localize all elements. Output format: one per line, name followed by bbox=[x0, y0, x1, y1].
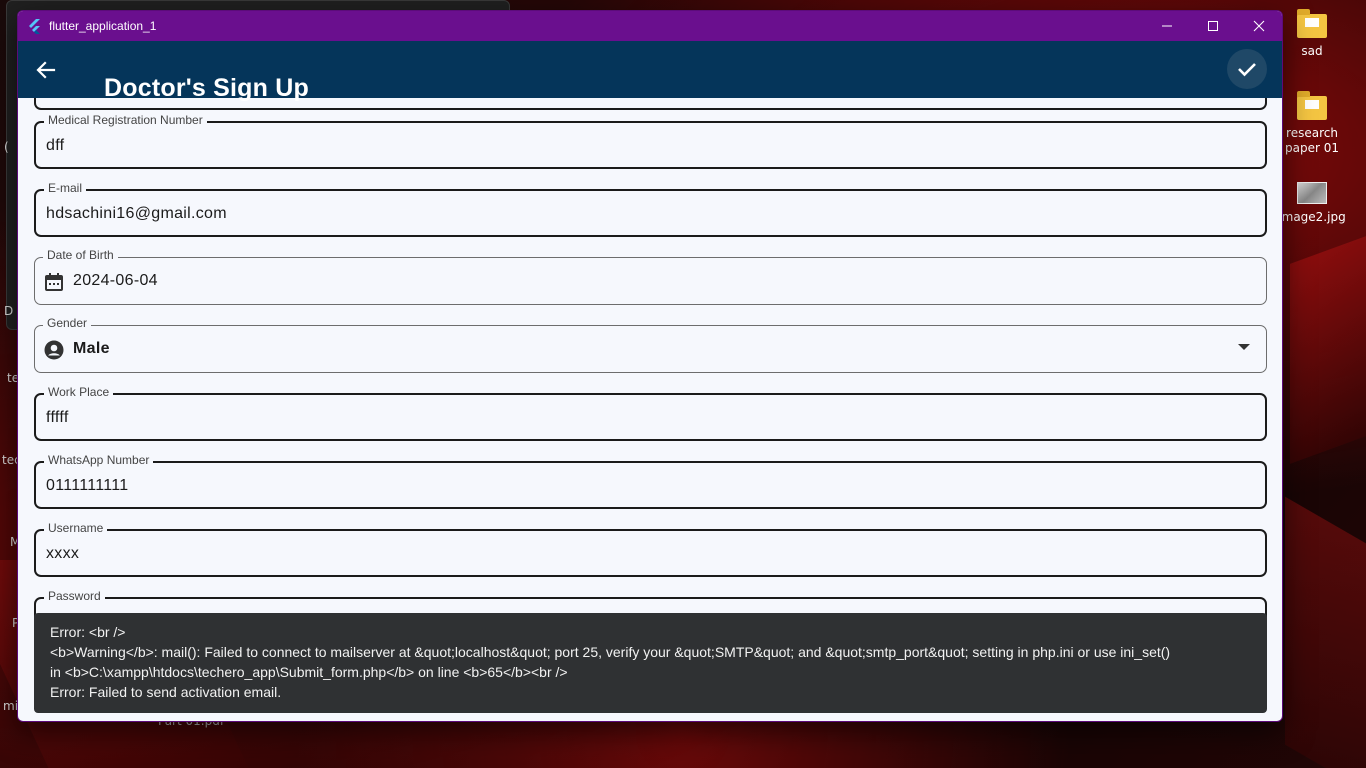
field-label: Work Place bbox=[44, 385, 114, 399]
snackbar-line: Error: Failed to send activation email. bbox=[50, 684, 282, 700]
field-value: 2024-06-04 bbox=[73, 272, 158, 289]
desktop-label-fragment: mi bbox=[3, 699, 19, 713]
field-label: Gender bbox=[43, 316, 92, 330]
page-title: Doctor's Sign Up bbox=[104, 74, 309, 102]
medical-registration-field[interactable]: Medical Registration Number dff bbox=[34, 113, 1267, 169]
desktop-icon-sad[interactable]: sad bbox=[1277, 9, 1347, 59]
field-value: xxxx bbox=[46, 545, 80, 562]
error-snackbar: Error: <br /> <b>Warning</b>: mail(): Fa… bbox=[34, 613, 1267, 713]
field-value: 0111111111 bbox=[46, 477, 129, 494]
image-file-icon bbox=[1297, 182, 1327, 204]
chevron-down-icon bbox=[1238, 344, 1250, 350]
folder-icon bbox=[1297, 9, 1327, 38]
arrow-back-icon[interactable] bbox=[33, 57, 59, 83]
form-scroll-area[interactable]: Medical Registration Number dff E-mail h… bbox=[18, 98, 1282, 721]
submit-button[interactable] bbox=[1227, 49, 1267, 89]
wallpaper-shard bbox=[1285, 496, 1366, 768]
desktop-icon-research-paper[interactable]: research paper 01 bbox=[1277, 91, 1347, 156]
minimize-icon[interactable] bbox=[1144, 11, 1190, 41]
username-field[interactable]: Username xxxx bbox=[34, 521, 1267, 577]
snackbar-line: <b>Warning</b>: mail(): Failed to connec… bbox=[50, 644, 1171, 660]
app-bar: Doctor's Sign Up bbox=[18, 41, 1282, 102]
desktop-icon-label: research paper 01 bbox=[1285, 126, 1339, 155]
whatsapp-number-field[interactable]: WhatsApp Number 0111111111 bbox=[34, 453, 1267, 509]
maximize-icon[interactable] bbox=[1190, 11, 1236, 41]
field-value: hdsachini16@gmail.com bbox=[46, 205, 227, 222]
desktop-icon-image2[interactable]: image2.jpg bbox=[1277, 182, 1347, 225]
window-titlebar[interactable]: flutter_application_1 bbox=[18, 11, 1282, 41]
work-place-field[interactable]: Work Place fffff bbox=[34, 385, 1267, 441]
check-icon bbox=[1238, 63, 1256, 77]
desktop-label-fragment: D bbox=[4, 304, 14, 318]
desktop-icon-label: sad bbox=[1301, 44, 1323, 58]
person-icon bbox=[43, 339, 65, 361]
snackbar-line: Error: <br /> bbox=[50, 624, 126, 640]
email-field[interactable]: E-mail hdsachini16@gmail.com bbox=[34, 181, 1267, 237]
field-label: Username bbox=[44, 521, 108, 535]
desktop-icon-label: image2.jpg bbox=[1278, 210, 1346, 224]
flutter-logo-icon bbox=[28, 19, 42, 34]
field-value: Male bbox=[73, 340, 110, 357]
gender-dropdown[interactable]: Gender Male bbox=[34, 316, 1267, 373]
field-label: Medical Registration Number bbox=[44, 113, 207, 127]
date-of-birth-field[interactable]: Date of Birth 2024-06-04 bbox=[34, 248, 1267, 305]
app-window: flutter_application_1 Doctor's Sign Up M… bbox=[17, 10, 1283, 722]
field-label: WhatsApp Number bbox=[44, 453, 154, 467]
field-value: dff bbox=[46, 137, 65, 154]
snackbar-line: in <b>C:\xampp\htdocs\techero_app\Submit… bbox=[50, 664, 568, 680]
field-value: fffff bbox=[46, 409, 69, 426]
folder-icon bbox=[1297, 91, 1327, 120]
close-icon[interactable] bbox=[1236, 11, 1282, 41]
field-label: Date of Birth bbox=[43, 248, 118, 262]
calendar-icon bbox=[43, 271, 65, 293]
desktop-label-fragment: ( bbox=[4, 140, 9, 154]
field-label: Password bbox=[44, 589, 105, 603]
wallpaper-shard bbox=[1290, 236, 1366, 464]
field-label: E-mail bbox=[44, 181, 87, 195]
window-title: flutter_application_1 bbox=[49, 19, 157, 33]
